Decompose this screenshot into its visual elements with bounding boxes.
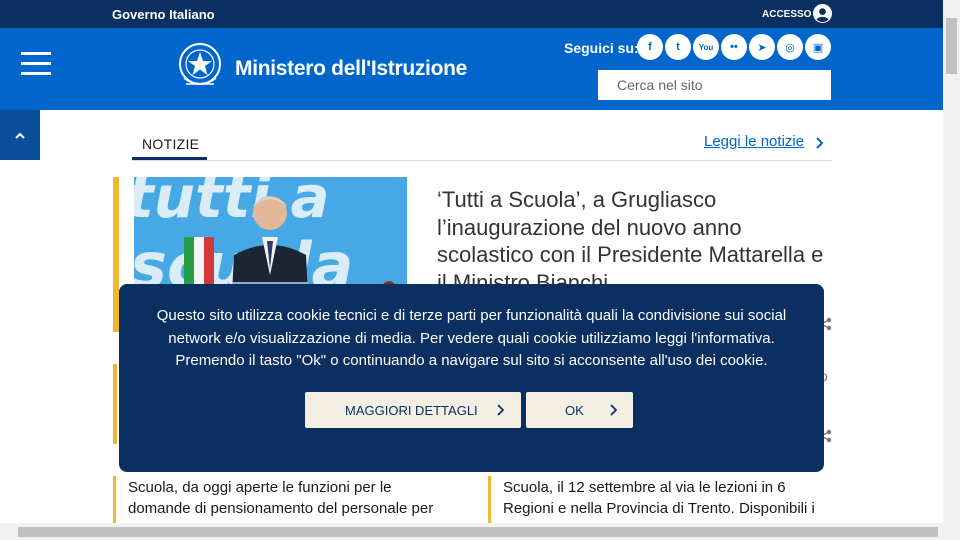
cookie-ok-label: OK (565, 403, 584, 418)
vertical-scrollbar[interactable] (943, 0, 960, 540)
access-link[interactable]: ACCESSO (762, 9, 811, 20)
cookie-details-button[interactable]: MAGGIORI DETTAGLI (305, 392, 521, 428)
vertical-scrollbar-thumb[interactable] (946, 18, 957, 74)
flickr-icon[interactable]: •• (721, 34, 747, 60)
cookie-ok-button[interactable]: OK (526, 392, 633, 428)
tab-notizie[interactable]: NOTIZIE (132, 130, 207, 160)
governo-italiano-link[interactable]: Governo Italiano (112, 7, 215, 22)
hero-news-title[interactable]: ‘Tutti a Scuola’, a Grugliasco l’inaugur… (437, 186, 837, 296)
social-links: f t You •• ➤ ◎ ▣ (637, 34, 831, 60)
top-bar: Governo Italiano ACCESSO (0, 0, 943, 28)
italian-republic-emblem-icon[interactable] (176, 40, 224, 92)
chevron-right-icon (816, 137, 823, 149)
slideshare-icon[interactable]: ▣ (805, 34, 831, 60)
cookie-banner: Questo sito utilizza cookie tecnici e di… (119, 284, 824, 472)
chevron-right-icon (497, 404, 504, 416)
cookie-message: Questo sito utilizza cookie tecnici e di… (156, 307, 787, 369)
site-header: Ministero dell'Istruzione Seguici su: ft… (0, 28, 943, 110)
news-card-title[interactable]: Scuola, il 12 settembre al via le lezion… (503, 477, 831, 523)
horizontal-scrollbar-thumb[interactable] (18, 527, 938, 537)
search-input[interactable] (598, 70, 831, 100)
back-to-top-button[interactable] (0, 110, 40, 160)
facebook-icon[interactable]: f (637, 34, 663, 60)
chevron-right-icon (610, 404, 617, 416)
instagram-icon[interactable]: ◎ (777, 34, 803, 60)
chevron-up-icon (15, 132, 25, 139)
user-icon[interactable] (813, 4, 832, 23)
follow-us-label: Seguici su: (564, 40, 639, 56)
news-accent-bar (113, 364, 117, 444)
telegram-icon[interactable]: ➤ (749, 34, 775, 60)
card-accent-bar (113, 476, 116, 526)
card-accent-bar (488, 476, 491, 526)
cookie-details-label: MAGGIORI DETTAGLI (345, 403, 478, 418)
youtube-icon[interactable]: You (693, 34, 719, 60)
section-divider (132, 160, 832, 161)
svg-text:tutti a: tutti a (134, 177, 330, 231)
twitter-icon[interactable]: t (665, 34, 691, 60)
site-title[interactable]: Ministero dell'Istruzione (235, 57, 467, 81)
news-card-title[interactable]: Scuola, da oggi aperte le funzioni per l… (128, 477, 458, 523)
read-news-link[interactable]: Leggi le notizie (704, 133, 804, 150)
menu-icon[interactable] (21, 52, 51, 76)
